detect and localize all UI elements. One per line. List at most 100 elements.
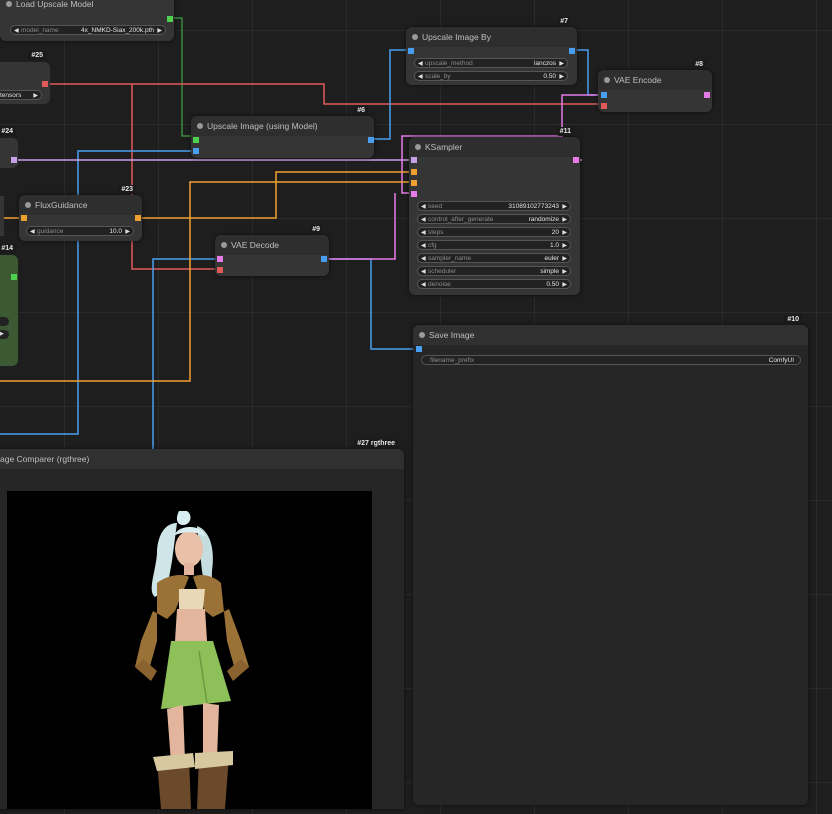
input-port-upscale-model[interactable] — [193, 137, 199, 143]
input-port-conditioning[interactable] — [21, 215, 27, 221]
load-upscale-model-node[interactable]: Load Upscale Model ◀ model_name 4x_NMKD-… — [0, 0, 174, 41]
arrow-left-icon[interactable]: ◀ — [14, 26, 19, 36]
arrow-right-icon[interactable]: ▶ — [33, 91, 38, 101]
node-stub[interactable] — [0, 196, 4, 236]
node-title[interactable]: Upscale Image By — [406, 27, 577, 47]
control-after-generate-widget[interactable]: ◀ control_after_generate randomize ▶ — [417, 214, 571, 224]
flux-guidance-node[interactable]: #23 FluxGuidance ◀ guidance 10.0 ▶ — [19, 185, 142, 241]
node-25[interactable]: #25 tensors ▶ — [0, 51, 50, 104]
filename-prefix-field[interactable]: filename_prefix ComfyUI — [421, 355, 801, 365]
output-port[interactable] — [167, 16, 173, 22]
arrow-left-icon[interactable]: ◀ — [421, 254, 426, 264]
output-port[interactable] — [11, 157, 17, 163]
arrow-left-icon[interactable]: ◀ — [30, 227, 35, 237]
arrow-right-icon[interactable]: ▶ — [562, 202, 567, 212]
output-port-image[interactable] — [368, 137, 374, 143]
node-title[interactable]: Save Image — [413, 325, 808, 345]
output-port[interactable] — [11, 274, 17, 280]
arrow-left-icon[interactable]: ◀ — [421, 228, 426, 238]
input-port-vae[interactable] — [601, 103, 607, 109]
guidance-widget[interactable]: ◀ guidance 10.0 ▶ — [26, 226, 134, 236]
arrow-right-icon[interactable]: ▶ — [559, 59, 564, 69]
arrow-right-icon[interactable]: ▶ — [157, 26, 162, 36]
input-port-images[interactable] — [416, 346, 422, 352]
node-title[interactable]: Load Upscale Model — [0, 0, 174, 14]
arrow-left-icon[interactable]: ◀ — [421, 215, 426, 225]
cfg-widget[interactable]: ◀ cfg 1.0 ▶ — [417, 240, 571, 250]
arrow-right-icon[interactable]: ▶ — [562, 228, 567, 238]
seed-widget[interactable]: ◀ seed 310891027732­43 ▶ — [417, 201, 571, 211]
arrow-left-icon[interactable]: ◀ — [418, 72, 423, 82]
input-port-samples[interactable] — [217, 256, 223, 262]
arrow-right-icon[interactable]: ▶ — [562, 267, 567, 277]
collapse-dot-icon[interactable] — [197, 123, 203, 129]
denoise-widget[interactable]: ◀ denoise 0.50 ▶ — [417, 279, 571, 289]
image-comparer-node[interactable]: #27 rgthree age Comparer (rgthree) — [0, 439, 404, 809]
tensors-widget[interactable]: tensors ▶ — [0, 90, 42, 100]
input-port-image[interactable] — [408, 48, 414, 54]
output-port[interactable] — [42, 81, 48, 87]
collapse-dot-icon[interactable] — [221, 242, 227, 248]
model-name-widget[interactable]: ◀ model_name 4x_NMKD-Siax_200k.pth ▶ — [10, 25, 166, 35]
ksampler-node[interactable]: #11 KSampler ◀ seed 310891027732­43 ▶ ◀ … — [409, 127, 580, 295]
arrow-left-icon[interactable]: ◀ — [421, 202, 426, 212]
output-port-latent[interactable] — [704, 92, 710, 98]
collapse-dot-icon[interactable] — [604, 77, 610, 83]
node-badge: #11 — [556, 127, 574, 136]
output-port-latent[interactable] — [573, 157, 579, 163]
arrow-left-icon[interactable]: ◀ — [421, 280, 426, 290]
arrow-right-icon[interactable]: ▶ — [562, 280, 567, 290]
collapse-dot-icon[interactable] — [415, 144, 421, 150]
input-port-model[interactable] — [411, 157, 417, 163]
node-title[interactable]: Upscale Image (using Model) — [191, 116, 374, 136]
collapse-dot-icon[interactable] — [25, 202, 31, 208]
link-vae-encode — [45, 83, 604, 105]
input-port-image[interactable] — [193, 148, 199, 154]
input-port-positive[interactable] — [411, 169, 417, 175]
upscale-image-by-node[interactable]: #7 Upscale Image By ◀ upscale_method lan… — [406, 17, 577, 85]
node-title[interactable]: VAE Encode — [598, 70, 712, 90]
widget-label: denoise — [428, 281, 451, 288]
character-image — [135, 511, 249, 809]
vae-encode-node[interactable]: #8 VAE Encode — [598, 60, 712, 112]
arrow-right-icon[interactable]: ▶ — [562, 254, 567, 264]
image-preview[interactable] — [7, 491, 372, 809]
node-24[interactable]: #24 — [0, 127, 18, 168]
node-title[interactable]: KSampler — [409, 137, 580, 157]
steps-widget[interactable]: ◀ steps 20 ▶ — [417, 227, 571, 237]
mini-widget-1[interactable] — [0, 317, 9, 326]
mini-widget-2[interactable]: ▶ — [0, 330, 9, 339]
scale-by-widget[interactable]: ◀ scale_by 0.50 ▶ — [414, 71, 568, 81]
output-port-conditioning[interactable] — [135, 215, 141, 221]
input-port-negative[interactable] — [411, 180, 417, 186]
upscale-method-widget[interactable]: ◀ upscale_method lanczos ▶ — [414, 58, 568, 68]
arrow-right-icon[interactable]: ▶ — [559, 72, 564, 82]
input-port-pixels[interactable] — [601, 92, 607, 98]
input-port-latent[interactable] — [411, 191, 417, 197]
widget-value: randomize — [528, 216, 559, 223]
sampler-name-widget[interactable]: ◀ sampler_name euler ▶ — [417, 253, 571, 263]
arrow-left-icon[interactable]: ◀ — [421, 267, 426, 277]
vae-decode-node[interactable]: #9 VAE Decode — [215, 225, 329, 276]
widget-label: control_after_generate — [428, 216, 494, 223]
upscale-with-model-node[interactable]: #6 Upscale Image (using Model) — [191, 106, 374, 158]
widget-value: 10.0 — [109, 228, 122, 235]
input-port-vae[interactable] — [217, 267, 223, 273]
node-title[interactable]: VAE Decode — [215, 235, 329, 255]
arrow-right-icon[interactable]: ▶ — [125, 227, 130, 237]
arrow-right-icon[interactable]: ▶ — [562, 241, 567, 251]
node-title[interactable]: age Comparer (rgthree) — [0, 449, 404, 469]
arrow-left-icon[interactable]: ◀ — [421, 241, 426, 251]
save-image-node[interactable]: #10 Save Image filename_prefix ComfyUI — [413, 315, 808, 805]
node-title[interactable]: FluxGuidance — [19, 195, 142, 215]
collapse-dot-icon[interactable] — [412, 34, 418, 40]
link-image-upscale-by — [371, 49, 410, 140]
output-port-image[interactable] — [321, 256, 327, 262]
arrow-right-icon[interactable]: ▶ — [562, 215, 567, 225]
collapse-dot-icon[interactable] — [419, 332, 425, 338]
collapse-dot-icon[interactable] — [6, 1, 12, 7]
scheduler-widget[interactable]: ◀ scheduler simple ▶ — [417, 266, 571, 276]
node-14[interactable]: #14 ▶ — [0, 244, 18, 366]
output-port-image[interactable] — [569, 48, 575, 54]
arrow-left-icon[interactable]: ◀ — [418, 59, 423, 69]
